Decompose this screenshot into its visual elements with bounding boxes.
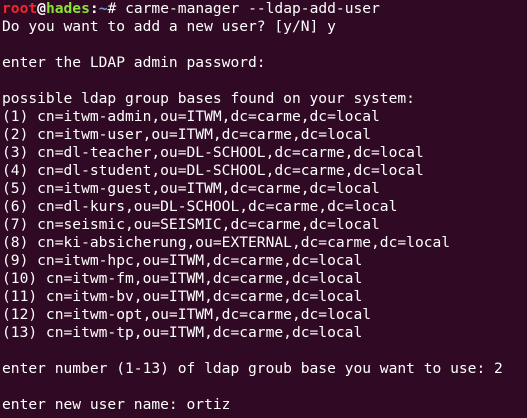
group-base-item: (13) cn=itwm-tp,ou=ITWM,dc=carme,dc=loca…	[2, 324, 363, 341]
group-base-item: (10) cn=itwm-fm,ou=ITWM,dc=carme,dc=loca…	[2, 270, 363, 287]
group-base-item: (5) cn=itwm-guest,ou=ITWM,dc=carme,dc=lo…	[2, 180, 380, 197]
group-base-item: (11) cn=itwm-bv,ou=ITWM,dc=carme,dc=loca…	[2, 288, 363, 305]
user-name-prompt: enter new user name: ortiz	[2, 396, 231, 413]
prompt-user: root	[2, 0, 38, 17]
group-base-item: (9) cn=itwm-hpc,ou=ITWM,dc=carme,dc=loca…	[2, 252, 363, 269]
group-base-item: (8) cn=ki-absicherung,ou=EXTERNAL,dc=car…	[2, 234, 451, 251]
group-base-item: (2) cn=itwm-user,ou=ITWM,dc=carme,dc=loc…	[2, 126, 372, 143]
group-bases-header: possible ldap group bases found on your …	[2, 90, 415, 107]
group-base-item: (7) cn=seismic,ou=SEISMIC,dc=carme,dc=lo…	[2, 216, 380, 233]
group-base-item: (4) cn=dl-student,ou=DL-SCHOOL,dc=carme,…	[2, 162, 424, 179]
group-number-prompt: enter number (1-13) of ldap groub base y…	[2, 360, 503, 377]
terminal-window[interactable]: root@hades:~# carme-manager --ldap-add-u…	[0, 0, 527, 418]
prompt-colon: :	[89, 0, 99, 17]
command-line: root@hades:~# carme-manager --ldap-add-u…	[2, 0, 527, 18]
prompt-sign: #	[107, 0, 117, 17]
group-base-item: (3) cn=dl-teacher,ou=DL-SCHOOL,dc=carme,…	[2, 144, 424, 161]
command-text: carme-manager --ldap-add-user	[116, 0, 380, 17]
group-base-item: (12) cn=itwm-opt,ou=ITWM,dc=carme,dc=loc…	[2, 306, 372, 323]
group-base-item: (1) cn=itwm-admin,ou=ITWM,dc=carme,dc=lo…	[2, 108, 380, 125]
group-base-item: (6) cn=dl-kurs,ou=DL-SCHOOL,dc=carme,dc=…	[2, 198, 398, 215]
prompt-host: hades	[45, 0, 90, 17]
add-user-question: Do you want to add a new user? [y/N] y	[2, 18, 336, 35]
prompt-at: @	[37, 0, 46, 17]
admin-password-prompt: enter the LDAP admin password:	[2, 54, 266, 71]
